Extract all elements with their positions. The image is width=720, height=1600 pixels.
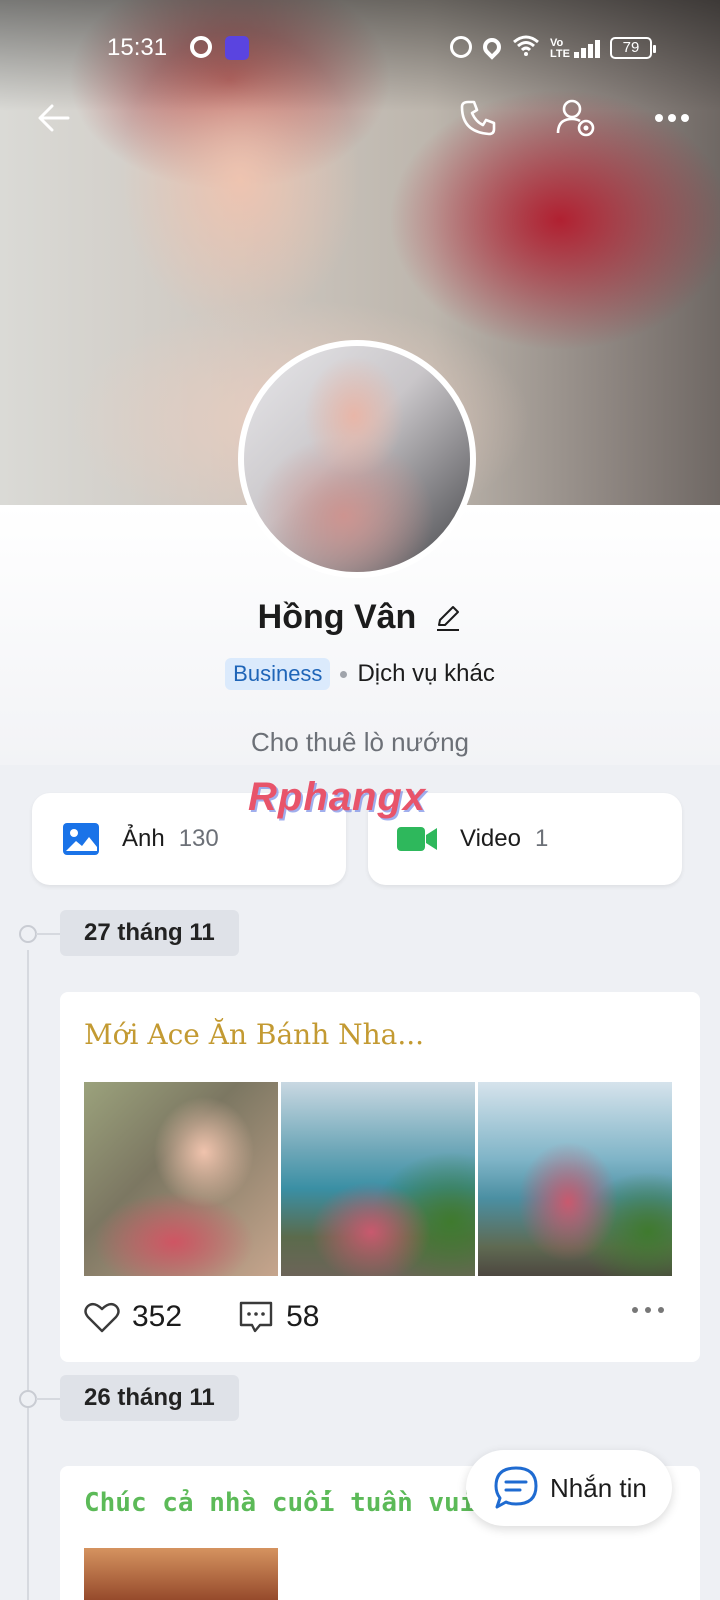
like-button[interactable]: 352 — [84, 1300, 182, 1334]
post-date: 26 tháng 11 — [60, 1375, 239, 1421]
videos-label: Video — [460, 825, 521, 852]
phone-icon — [460, 100, 496, 136]
profile-settings-button[interactable] — [548, 90, 604, 146]
post-title: Chúc cả nhà cuối tuần vui — [84, 1488, 476, 1518]
user-settings-icon — [556, 99, 595, 137]
profile-name: Hồng Vân — [257, 598, 417, 636]
post-title: Mới Ace Ăn Bánh Nha... — [84, 1018, 425, 1051]
videos-count: 1 — [534, 825, 549, 852]
post-card[interactable]: Mới Ace Ăn Bánh Nha... 352 58 — [60, 992, 700, 1362]
comment-button[interactable]: 58 — [238, 1300, 319, 1334]
timeline-tick — [36, 933, 60, 935]
avatar[interactable] — [238, 340, 476, 578]
post-actions: 352 58 — [84, 1292, 676, 1342]
timeline-node — [19, 925, 37, 943]
status-time: 15:31 — [107, 34, 168, 61]
call-button[interactable] — [450, 90, 506, 146]
post-more-button[interactable] — [630, 1302, 666, 1320]
timeline-node — [19, 1390, 37, 1408]
separator-dot — [340, 670, 348, 678]
send-message-button[interactable]: Nhắn tin — [466, 1450, 672, 1526]
business-badge: Business — [225, 658, 331, 690]
arrow-left-icon — [38, 104, 70, 132]
comment-icon — [239, 1301, 273, 1333]
video-camera-icon — [396, 820, 438, 858]
signal-icon — [574, 40, 602, 58]
send-message-label: Nhắn tin — [550, 1472, 647, 1503]
post-photo[interactable] — [84, 1548, 278, 1600]
chat-bubble-icon — [494, 1466, 538, 1509]
name-row: Hồng Vân — [0, 598, 720, 637]
edit-name-button[interactable] — [434, 604, 462, 632]
location-icon — [479, 34, 505, 60]
heart-icon — [84, 1302, 120, 1333]
timeline-line — [27, 950, 29, 1600]
post-date: 27 tháng 11 — [60, 910, 239, 956]
alarm-icon — [450, 36, 472, 58]
status-bar: 15:31 Vo LTE 79 — [0, 30, 720, 66]
timeline-tick — [36, 1398, 60, 1400]
image-icon — [62, 820, 100, 858]
wifi-icon — [513, 34, 539, 60]
more-horizontal-icon — [632, 1307, 664, 1313]
watermark: Rphangx — [248, 775, 427, 819]
business-category: Dịch vụ khác — [357, 660, 495, 687]
more-options-button[interactable] — [644, 90, 700, 146]
app-notification-icon — [225, 36, 249, 60]
post-photo[interactable] — [478, 1082, 672, 1276]
post-photo[interactable] — [281, 1082, 475, 1276]
profile-bio: Cho thuê lò nướng — [250, 727, 470, 757]
volte-indicator: Vo LTE — [550, 37, 570, 60]
more-horizontal-icon — [655, 114, 689, 122]
sync-icon — [190, 36, 212, 58]
profile-tags: Business Dịch vụ khác — [0, 658, 720, 690]
comment-count: 58 — [286, 1300, 320, 1333]
photos-label: Ảnh — [122, 825, 165, 852]
pencil-icon — [437, 605, 460, 631]
photos-count: 130 — [178, 825, 219, 852]
back-button[interactable] — [26, 90, 82, 146]
like-count: 352 — [132, 1300, 183, 1333]
post-photo[interactable] — [84, 1082, 278, 1276]
top-nav — [0, 90, 720, 146]
battery-indicator: 79 — [610, 37, 656, 59]
